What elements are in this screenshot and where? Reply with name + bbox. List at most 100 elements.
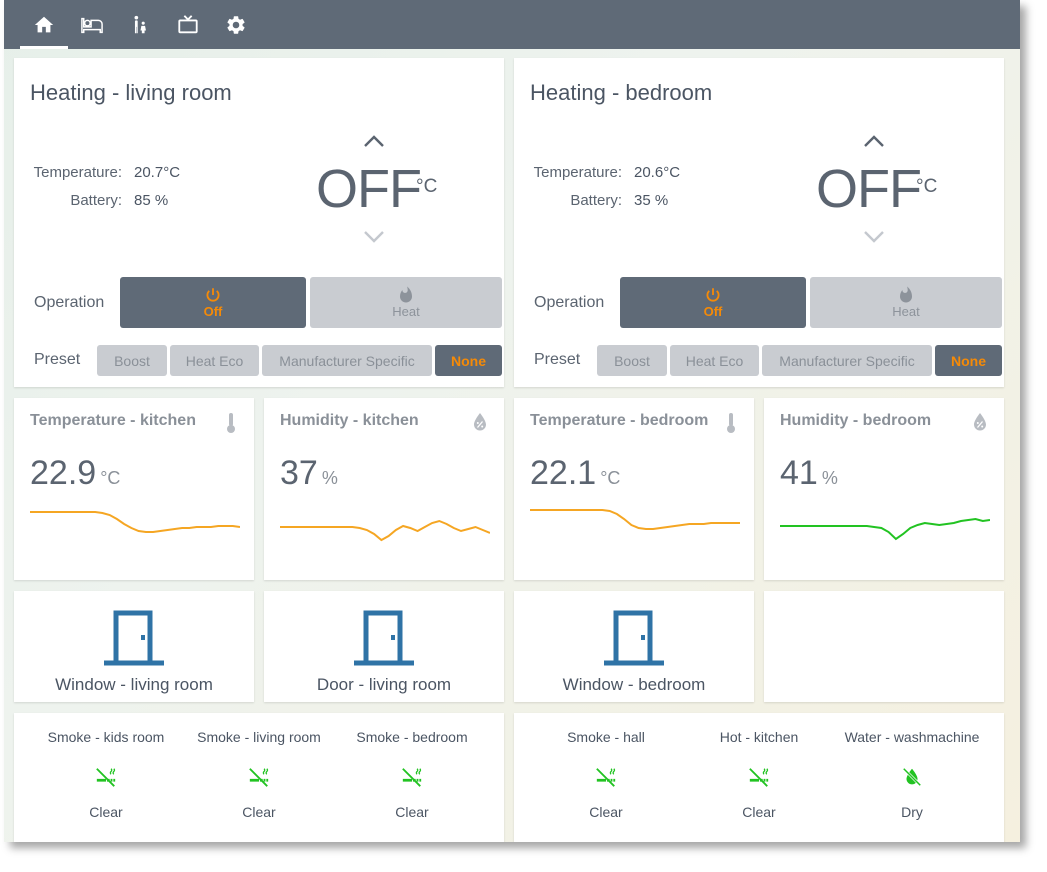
thermostat-card-living-room: Heating - living room Temperature: 20.7°… <box>14 58 504 387</box>
alarm-icon[interactable] <box>184 766 334 788</box>
operation-heat-button[interactable]: Heat <box>810 277 1002 328</box>
operation-heat-label: Heat <box>392 304 420 319</box>
door-closed-icon <box>104 610 164 666</box>
setpoint-value: OFF <box>316 159 422 219</box>
door-closed-icon <box>604 610 664 666</box>
door-label: Window - bedroom <box>562 675 706 694</box>
battery-label: Battery: <box>570 192 622 209</box>
sensor-title: Humidity - bedroom <box>780 412 932 429</box>
sparkline-path <box>280 519 490 542</box>
thermometer-icon <box>727 413 735 433</box>
operation-off-button[interactable]: Off <box>620 277 806 328</box>
water-percent-icon <box>474 413 486 431</box>
alarm-state: Clear <box>242 804 276 820</box>
empty-card <box>764 591 1004 702</box>
alarm-name: Smoke - bedroom <box>356 729 468 745</box>
alarm-icon[interactable] <box>531 766 681 788</box>
water-percent-icon <box>974 413 986 431</box>
sensor-card-temperature-bedroom[interactable]: Temperature - bedroom 22.1 °C <box>514 398 754 580</box>
sensor-card-temperature-kitchen[interactable]: Temperature - kitchen 22.9 °C <box>14 398 254 580</box>
alarm-name: Smoke - kids room <box>47 729 165 745</box>
alarm-name: Smoke - hall <box>567 729 645 745</box>
alarm-icon[interactable] <box>684 766 834 788</box>
thermometer-icon <box>227 413 235 433</box>
alarm-icon[interactable] <box>31 766 181 788</box>
home-icon <box>34 16 54 32</box>
sensor-value: 41% <box>780 454 838 492</box>
preset-label: Preset <box>534 351 581 368</box>
operation-off-button[interactable]: Off <box>120 277 306 328</box>
alarm-icon[interactable] <box>337 766 487 788</box>
sensor-card-humidity-kitchen[interactable]: Humidity - kitchen 37% <box>264 398 504 580</box>
setpoint-unit: °C <box>916 176 938 197</box>
door-card-window-living-room[interactable]: Window - living room <box>14 591 254 702</box>
battery-value: 35 % <box>634 192 669 209</box>
operation-label: Operation <box>534 294 605 311</box>
tv-icon <box>178 14 198 33</box>
sparkline-path <box>780 517 990 541</box>
preset-label: Preset <box>34 351 81 368</box>
thermostat-card-bedroom: Heating - bedroom Temperature: 20.6°C Ba… <box>514 58 1004 387</box>
alarm-state: Clear <box>89 804 123 820</box>
power-icon <box>206 288 220 302</box>
battery-value: 85 % <box>134 192 169 209</box>
sparkline <box>530 509 740 530</box>
alarm-state: Dry <box>901 804 923 820</box>
sensor-value: 37% <box>280 454 338 492</box>
operation-heat-button[interactable]: Heat <box>310 277 502 328</box>
door-label: Door - living room <box>316 675 452 694</box>
sensor-value: 22.1 °C <box>530 454 621 492</box>
alarm-state: Clear <box>589 804 623 820</box>
operation-heat-label: Heat <box>892 304 920 319</box>
temperature-label: Temperature: <box>33 164 122 181</box>
sensor-title: Humidity - kitchen <box>280 412 419 429</box>
tab-home[interactable] <box>20 0 68 49</box>
preset-manufacturer-button[interactable]: Manufacturer Specific <box>262 345 432 376</box>
sparkline-path <box>530 509 740 530</box>
sensor-unit: °C <box>600 468 621 488</box>
chevron-down-icon[interactable] <box>363 230 385 244</box>
flame-icon <box>900 286 912 303</box>
door-card-door-living-room[interactable]: Door - living room <box>264 591 504 702</box>
tab-settings[interactable] <box>212 0 260 49</box>
preset-heat-eco-button[interactable]: Heat Eco <box>170 345 259 376</box>
sparkline <box>30 511 240 533</box>
sparkline <box>280 519 490 542</box>
gear-icon <box>227 15 245 34</box>
preset-manufacturer-button[interactable]: Manufacturer Specific <box>762 345 932 376</box>
alarm-icon[interactable] <box>837 766 987 788</box>
setpoint-value: OFF <box>816 159 922 219</box>
sensor-unit: % <box>321 468 338 488</box>
preset-none-button[interactable]: None <box>935 345 1002 376</box>
operation-label: Operation <box>34 294 105 311</box>
chevron-down-icon[interactable] <box>863 230 885 244</box>
operation-off-label: Off <box>703 304 723 319</box>
card-title: Heating - living room <box>30 80 232 105</box>
tab-tv[interactable] <box>164 0 212 49</box>
sensor-card-humidity-bedroom[interactable]: Humidity - bedroom 41% <box>764 398 1004 580</box>
power-icon <box>706 288 720 302</box>
chevron-up-icon[interactable] <box>863 134 885 148</box>
preset-boost-button[interactable]: Boost <box>597 345 667 376</box>
setpoint-unit: °C <box>416 176 438 197</box>
sensor-title: Temperature - bedroom <box>530 412 709 429</box>
top-navigation-bar <box>4 0 1020 49</box>
tab-family[interactable] <box>116 0 164 49</box>
operation-off-label: Off <box>203 304 223 319</box>
sensor-unit: % <box>821 468 838 488</box>
alarm-state: Clear <box>395 804 429 820</box>
preset-boost-button[interactable]: Boost <box>97 345 167 376</box>
door-card-window-bedroom[interactable]: Window - bedroom <box>514 591 754 702</box>
chevron-up-icon[interactable] <box>363 134 385 148</box>
battery-label: Battery: <box>70 192 122 209</box>
sensor-value: 22.9 °C <box>30 454 121 492</box>
smoke-off-icon <box>249 768 269 787</box>
tab-bedroom[interactable] <box>68 0 116 49</box>
preset-heat-eco-button[interactable]: Heat Eco <box>670 345 759 376</box>
temperature-value: 20.6°C <box>634 164 681 181</box>
alarm-name: Hot - kitchen <box>719 729 799 745</box>
preset-none-button[interactable]: None <box>435 345 502 376</box>
sparkline <box>780 517 990 541</box>
temperature-value: 20.7°C <box>134 164 181 181</box>
water-off-icon <box>902 767 922 787</box>
